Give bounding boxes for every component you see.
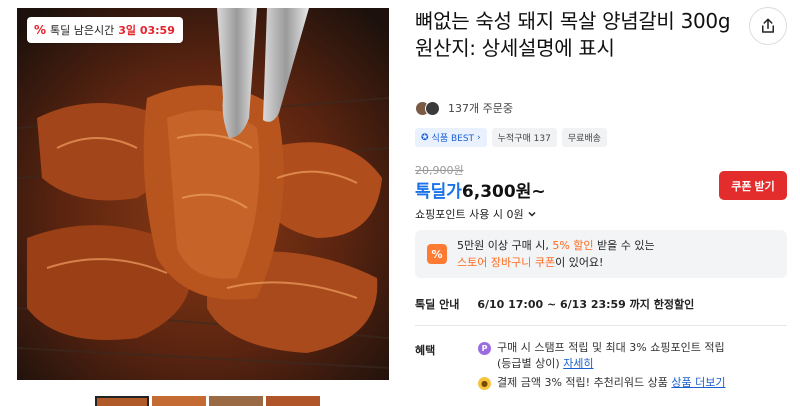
promo-text: 5만원 이상 구매 시, 5% 할인 받을 수 있는 스토어 장바구니 쿠폰이 … <box>457 237 655 271</box>
promo-line1-post: 받을 수 있는 <box>597 239 655 252</box>
thumbnail-strip <box>95 396 320 406</box>
benefit-stamp-sub: (등급별 상이) <box>497 357 560 370</box>
benefit-reward: ● 결제 금액 3% 적립! 추천리워드 상품 상품 더보기 <box>478 375 726 391</box>
timer-value: 3일 03:59 <box>118 24 175 37</box>
promo-line1-pre: 5만원 이상 구매 시, <box>457 239 549 252</box>
discount-icon: % <box>427 244 447 264</box>
product-image-gallery[interactable]: % 톡딜 남은시간 3일 03:59 <box>17 8 389 380</box>
deal-info-value: 6/10 17:00 ~ 6/13 23:59 까지 한정할인 <box>477 298 695 311</box>
promo-line2-post: 이 있어요! <box>555 256 604 269</box>
store-coupon-banner[interactable]: % 5만원 이상 구매 시, 5% 할인 받을 수 있는 스토어 장바구니 쿠폰… <box>415 230 787 278</box>
star-icon: ✪ <box>421 132 429 143</box>
coin-icon: ● <box>478 377 491 390</box>
details-link[interactable]: 자세히 <box>563 357 593 370</box>
thumbnail-1[interactable] <box>95 396 149 406</box>
point-icon: P <box>478 342 491 355</box>
benefit-reward-text: 결제 금액 3% 적립! 추천리워드 상품 <box>497 376 668 389</box>
best-badge-label: 식품 BEST <box>431 134 475 144</box>
free-shipping-badge: 무료배송 <box>561 128 607 147</box>
deal-timer-badge: % 톡딜 남은시간 3일 03:59 <box>27 17 183 43</box>
best-badge[interactable]: ✪ 식품 BEST › <box>415 128 487 147</box>
divider <box>415 325 787 326</box>
share-button[interactable] <box>749 7 787 45</box>
deal-info-label: 톡딜 안내 <box>415 298 460 311</box>
product-badges: ✪ 식품 BEST › 누적구매 137 무료배송 <box>415 128 607 147</box>
chevron-down-icon <box>528 211 536 217</box>
product-title: 뼈없는 숙성 돼지 목살 양념갈비 300g 원산지: 상세설명에 표시 <box>415 9 731 60</box>
promo-line1-highlight: 5% 할인 <box>552 239 594 252</box>
order-count-text: 137개 주문중 <box>448 102 513 115</box>
product-info: 뼈없는 숙성 돼지 목살 양념갈비 300g 원산지: 상세설명에 표시 <box>415 8 789 62</box>
grilled-pork-photo <box>17 8 389 380</box>
coupon-button[interactable]: 쿠폰 받기 <box>719 171 787 200</box>
order-count: 137개 주문중 <box>415 100 513 116</box>
buyer-avatars <box>415 100 440 116</box>
thumbnail-4[interactable] <box>266 396 320 406</box>
purchase-count-badge: 누적구매 137 <box>491 128 557 147</box>
sale-price-amount: 6,300원~ <box>461 182 546 202</box>
benefits-title: 혜택 <box>415 344 436 357</box>
points-text: 쇼핑포인트 사용 시 0원 <box>415 208 524 221</box>
benefit-stamp: P 구매 시 스탬프 적립 및 최대 3% 쇼핑포인트 적립 (등급별 상이) … <box>478 340 725 372</box>
sale-price: 톡딜가 6,300원~ <box>415 177 546 202</box>
more-products-link[interactable]: 상품 더보기 <box>671 376 725 389</box>
avatar <box>425 100 440 116</box>
sale-price-label: 톡딜가 <box>415 182 462 202</box>
points-dropdown[interactable]: 쇼핑포인트 사용 시 0원 <box>415 206 537 222</box>
deal-info: 톡딜 안내 6/10 17:00 ~ 6/13 23:59 까지 한정할인 <box>415 296 694 312</box>
chevron-right-icon: › <box>477 132 481 143</box>
thumbnail-3[interactable] <box>209 396 263 406</box>
share-icon <box>762 18 774 33</box>
percent-icon: % <box>34 23 47 37</box>
thumbnail-2[interactable] <box>152 396 206 406</box>
timer-label: 톡딜 남은시간 <box>50 24 115 37</box>
promo-line2-highlight: 스토어 장바구니 쿠폰 <box>457 256 556 269</box>
benefit-stamp-text: 구매 시 스탬프 적립 및 최대 3% 쇼핑포인트 적립 <box>497 341 725 354</box>
original-price: 20,900원 <box>415 164 464 177</box>
